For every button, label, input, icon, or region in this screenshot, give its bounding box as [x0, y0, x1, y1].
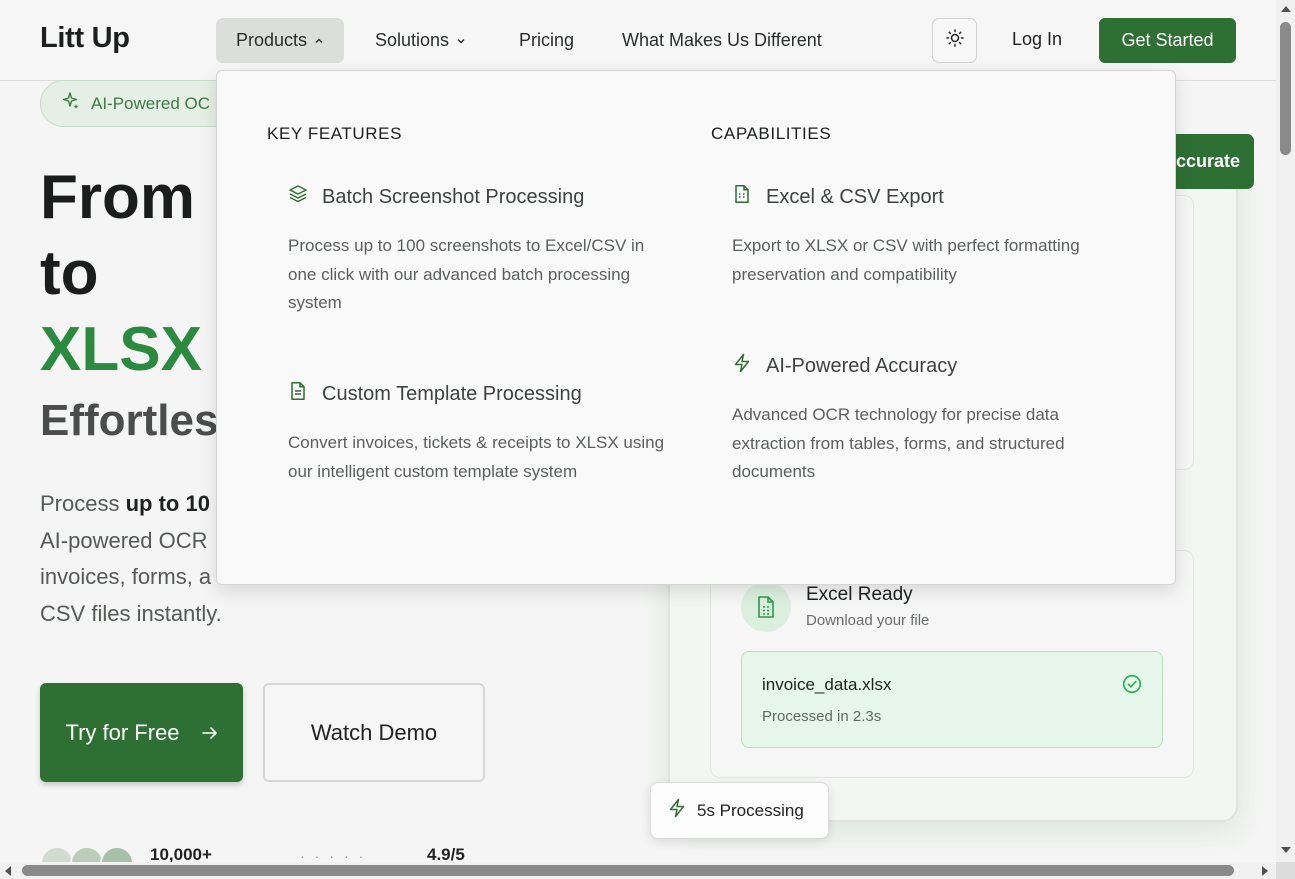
menu-item-excel-csv-export[interactable]: Excel & CSV Export — [732, 184, 944, 210]
hero-desc-bold: up to 10 — [125, 491, 210, 516]
menu-item-ai-powered-accuracy[interactable]: AI-Powered Accuracy — [732, 353, 957, 379]
spreadsheet-icon — [741, 582, 791, 632]
vertical-scrollbar[interactable] — [1276, 0, 1295, 862]
nav-pricing-label: Pricing — [519, 30, 575, 50]
badge-label: AI-Powered OC — [91, 93, 211, 113]
check-circle-icon — [1122, 674, 1142, 699]
scroll-left-arrow-icon[interactable] — [5, 866, 11, 876]
layers-icon — [288, 184, 308, 210]
file-name: invoice_data.xlsx — [762, 675, 892, 694]
menu-item-custom-template-processing[interactable]: Custom Template Processing — [288, 381, 582, 407]
nav-products-label: Products — [236, 30, 308, 50]
products-dropdown-menu — [216, 70, 1176, 585]
chevron-up-icon — [314, 36, 324, 46]
try-for-free-button[interactable]: Try for Free — [40, 683, 243, 782]
get-started-button[interactable]: Get Started — [1099, 18, 1236, 63]
scrollbar-corner — [1276, 862, 1295, 879]
watch-demo-button[interactable]: Watch Demo — [263, 683, 485, 782]
vertical-scroll-thumb[interactable] — [1280, 22, 1291, 155]
menu-item-description: Advanced OCR technology for precise data… — [732, 405, 1065, 481]
lightning-icon — [667, 798, 687, 823]
file-result[interactable] — [741, 651, 1163, 748]
nav-solutions[interactable]: Solutions — [355, 18, 486, 63]
menu-item-title: Batch Screenshot Processing — [322, 185, 585, 208]
nav-different-label: What Makes Us Different — [622, 30, 822, 50]
sparkles-icon — [61, 91, 91, 116]
login-link[interactable]: Log In — [1012, 29, 1062, 50]
hero-subtitle: Effortles — [40, 396, 219, 445]
menu-item-description: Convert invoices, tickets & receipts to … — [288, 433, 665, 481]
hero-desc-prefix: Process — [40, 491, 126, 516]
menu-item-title: AI-Powered Accuracy — [766, 354, 958, 377]
processing-label: 5s Processing — [697, 800, 804, 820]
menu-item-description: Process up to 100 screenshots to Excel/C… — [288, 236, 645, 312]
scroll-up-arrow-icon[interactable] — [1281, 6, 1291, 12]
chevron-down-icon — [456, 36, 466, 46]
logo[interactable]: Litt Up — [40, 22, 130, 55]
nav-products[interactable]: Products — [216, 18, 345, 63]
hero-desc-line-4: CSV files instantly. — [40, 600, 222, 626]
sun-icon — [945, 29, 964, 52]
menu-item-batch-screenshot-processing[interactable]: Batch Screenshot Processing — [288, 184, 584, 210]
nav-what-makes-us-different[interactable]: What Makes Us Different — [602, 18, 842, 63]
file-text-icon — [288, 381, 308, 407]
site-header: Litt Up Products Solutions Pricing What … — [0, 0, 1276, 81]
spreadsheet-icon — [732, 184, 752, 210]
scroll-right-arrow-icon[interactable] — [1262, 866, 1268, 876]
processing-badge: 5s Processing — [650, 782, 829, 839]
horizontal-scroll-thumb[interactable] — [22, 865, 1234, 876]
hero-title-line-1: From I — [40, 163, 230, 232]
file-processed-time: Processed in 2.3s — [762, 708, 882, 725]
horizontal-scrollbar[interactable] — [0, 862, 1276, 879]
capabilities-heading: CAPABILITIES — [711, 124, 832, 143]
excel-ready-title: Excel Ready — [806, 584, 913, 605]
nav-solutions-label: Solutions — [375, 30, 450, 50]
excel-ready-subtitle: Download your file — [806, 612, 930, 629]
scroll-down-arrow-icon[interactable] — [1281, 847, 1291, 853]
arrow-right-icon — [201, 720, 218, 746]
try-for-free-label: Try for Free — [65, 719, 180, 745]
nav-pricing[interactable]: Pricing — [499, 18, 594, 63]
hero-title: From I to XLSX I — [40, 160, 236, 388]
menu-item-title: Custom Template Processing — [322, 382, 582, 405]
hero-title-line-3: XLSX I — [40, 315, 237, 384]
menu-item-description: Export to XLSX or CSV with perfect forma… — [732, 236, 1080, 284]
menu-item-title: Excel & CSV Export — [766, 185, 944, 208]
theme-toggle-button[interactable] — [932, 18, 977, 63]
key-features-heading: KEY FEATURES — [267, 124, 403, 143]
hero-title-line-2: to — [40, 239, 99, 308]
lightning-icon — [732, 353, 752, 379]
